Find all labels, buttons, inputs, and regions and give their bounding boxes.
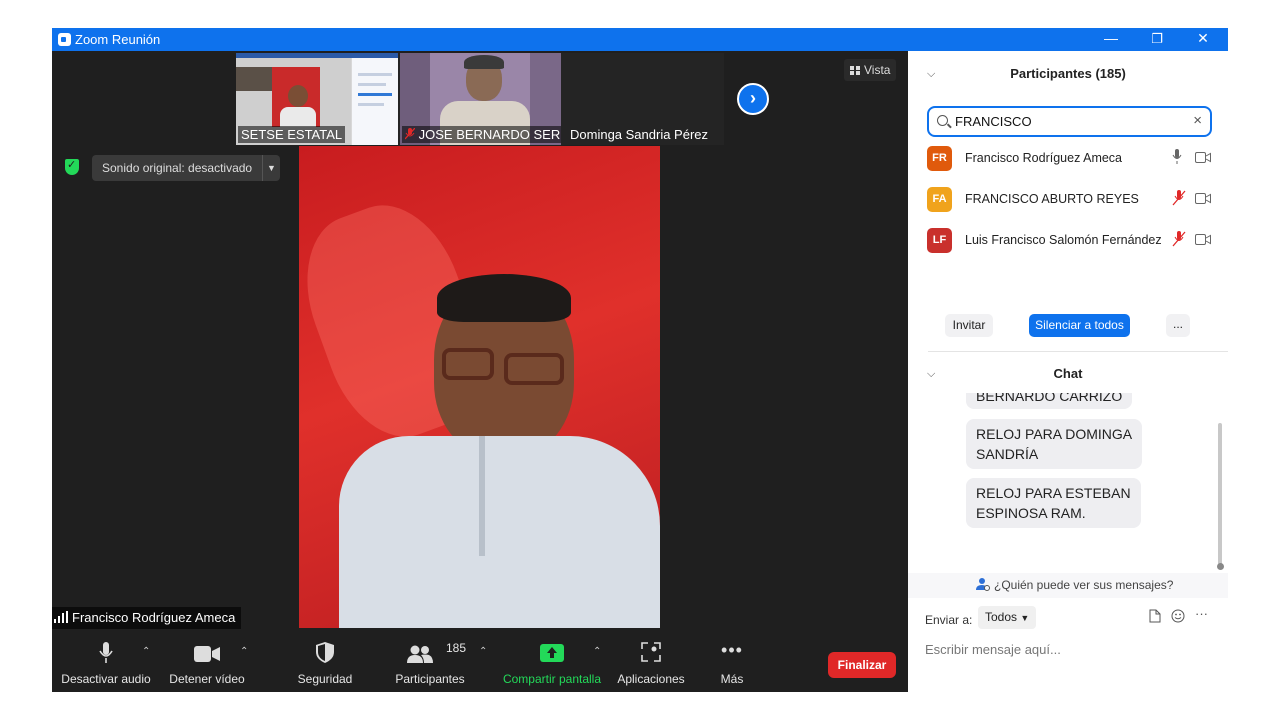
share-screen-icon — [540, 644, 564, 662]
chevron-down-icon[interactable]: ▼ — [262, 155, 280, 181]
title-bar: Zoom Reunión — ❐ ✕ — [52, 28, 1228, 51]
more-button[interactable]: ••• Más — [708, 634, 756, 692]
video-options-chevron-icon[interactable]: ⌃ — [240, 646, 248, 657]
chat-scrollbar[interactable] — [1218, 423, 1222, 565]
stop-video-label: Detener vídeo — [169, 672, 245, 686]
apps-icon — [641, 642, 661, 662]
recipient-selector[interactable]: Todos ▼ — [978, 606, 1037, 629]
clear-search-icon[interactable]: × — [1193, 112, 1202, 129]
chat-message: RELOJ PARA ESTEBAN ESPINOSA RAM. — [966, 478, 1141, 528]
speaker-video — [299, 146, 660, 628]
minimize-button[interactable]: — — [1088, 28, 1134, 51]
view-button-label: Vista — [864, 63, 891, 77]
microphone-icon — [99, 642, 113, 663]
mic-muted-icon[interactable] — [1172, 190, 1186, 206]
shield-icon — [316, 642, 334, 663]
chat-panel-title: Chat — [1053, 366, 1083, 381]
chevron-down-icon: ▼ — [1020, 613, 1030, 623]
participant-name: Luis Francisco Salomón Fernández — [965, 233, 1162, 247]
video-thumbnail[interactable]: Dominga Sandria Pérez — [563, 53, 724, 145]
share-screen-button[interactable]: Compartir pantalla — [498, 634, 606, 692]
participants-label: Participantes — [395, 672, 465, 686]
search-icon — [937, 115, 948, 126]
chat-message: RELOJ PARA DOMINGA SANDRÍA — [966, 419, 1143, 469]
next-page-button[interactable]: › — [737, 83, 769, 115]
mute-audio-button[interactable]: Desactivar audio — [58, 634, 154, 692]
view-button[interactable]: Vista — [844, 59, 897, 81]
chat-message-input[interactable]: Escribir mensaje aquí... — [925, 642, 1061, 657]
participants-options-chevron-icon[interactable]: ⌃ — [479, 646, 487, 657]
security-button[interactable]: Seguridad — [290, 634, 360, 692]
original-sound-label: Sonido original: desactivado — [102, 161, 253, 175]
panel-divider — [928, 351, 1228, 352]
participant-row[interactable]: LF Luis Francisco Salomón Fernández — [927, 228, 1217, 254]
restore-button[interactable]: ❐ — [1134, 28, 1180, 51]
zoom-window: Zoom Reunión — ❐ ✕ SETSE ESTATAL JOSE BE… — [52, 28, 1228, 692]
apps-label: Aplicaciones — [617, 672, 685, 686]
zoom-logo-icon — [58, 33, 71, 46]
video-thumbnail[interactable]: SETSE ESTATAL — [236, 53, 398, 145]
avatar: FR — [927, 146, 952, 171]
thumbnail-strip: SETSE ESTATAL JOSE BERNARDO SER... Domin… — [236, 53, 724, 145]
thumbnail-name: JOSE BERNARDO SER... — [402, 126, 561, 143]
participants-panel-title: Participantes (185) — [1010, 66, 1126, 81]
participants-icon — [407, 645, 433, 663]
meeting-toolbar: Desactivar audio ⌃ Detener vídeo ⌃ Segur… — [52, 634, 908, 692]
participant-name: FRANCISCO ABURTO REYES — [965, 192, 1139, 206]
original-sound-toggle[interactable]: Sonido original: desactivado ▼ — [92, 155, 280, 181]
audio-options-chevron-icon[interactable]: ⌃ — [142, 646, 150, 657]
grid-icon — [850, 66, 860, 75]
share-screen-label: Compartir pantalla — [502, 672, 602, 686]
side-panel: ⌵ Participantes (185) FRANCISCO × FR Fra… — [908, 51, 1228, 692]
close-button[interactable]: ✕ — [1180, 28, 1226, 51]
chat-message-list: BERNARDO CARRIZO RELOJ PARA DOMINGA SAND… — [908, 393, 1228, 573]
emoji-icon[interactable] — [1171, 609, 1185, 626]
stop-video-button[interactable]: Detener vídeo — [164, 634, 250, 692]
video-area: SETSE ESTATAL JOSE BERNARDO SER... Domin… — [52, 51, 908, 692]
participants-count: 185 — [446, 641, 467, 655]
file-icon[interactable] — [1149, 609, 1161, 626]
security-label: Seguridad — [297, 672, 353, 686]
signal-strength-icon — [54, 611, 68, 623]
encryption-shield-icon[interactable] — [65, 158, 79, 175]
more-options-button[interactable]: ... — [1166, 314, 1190, 337]
active-speaker-name: Francisco Rodríguez Ameca — [52, 607, 242, 629]
mic-muted-icon — [404, 127, 416, 140]
participant-search-input[interactable]: FRANCISCO × — [927, 106, 1212, 137]
participant-name: Francisco Rodríguez Ameca — [965, 151, 1123, 165]
more-dots-icon: ••• — [721, 640, 743, 660]
who-can-see-label: ¿Quién puede ver sus mensajes? — [994, 578, 1174, 592]
search-value: FRANCISCO — [955, 114, 1032, 129]
apps-button[interactable]: Aplicaciones — [614, 634, 688, 692]
microphone-icon[interactable] — [1172, 149, 1182, 165]
video-camera-icon — [194, 646, 220, 662]
more-chat-options-icon[interactable]: ··· — [1195, 606, 1208, 621]
thumbnail-name: Dominga Sandria Pérez — [570, 127, 709, 142]
video-camera-icon[interactable] — [1195, 193, 1211, 204]
more-label: Más — [720, 672, 744, 686]
end-meeting-button[interactable]: Finalizar — [828, 652, 896, 678]
participant-row[interactable]: FA FRANCISCO ABURTO REYES — [927, 187, 1217, 213]
scroll-thumb[interactable] — [1217, 563, 1224, 570]
thumbnail-name: SETSE ESTATAL — [238, 126, 346, 143]
mute-all-button[interactable]: Silenciar a todos — [1029, 314, 1130, 337]
avatar: LF — [927, 228, 952, 253]
share-options-chevron-icon[interactable]: ⌃ — [593, 646, 601, 657]
participants-button[interactable]: 185 Participantes — [392, 634, 468, 692]
video-camera-icon[interactable] — [1195, 152, 1211, 163]
window-title: Zoom Reunión — [75, 32, 161, 47]
chat-message: BERNARDO CARRIZO — [966, 393, 1133, 409]
mic-muted-icon[interactable] — [1172, 231, 1186, 247]
video-thumbnail[interactable]: JOSE BERNARDO SER... — [400, 53, 561, 145]
message-visibility-link[interactable]: ¿Quién puede ver sus mensajes? — [908, 573, 1228, 598]
participant-row[interactable]: FR Francisco Rodríguez Ameca — [927, 146, 1217, 172]
avatar: FA — [927, 187, 952, 212]
person-lock-icon — [976, 573, 990, 598]
invite-button[interactable]: Invitar — [945, 314, 993, 337]
video-camera-icon[interactable] — [1195, 234, 1211, 245]
send-to-label: Enviar a: — [925, 613, 973, 627]
mute-audio-label: Desactivar audio — [61, 672, 151, 686]
